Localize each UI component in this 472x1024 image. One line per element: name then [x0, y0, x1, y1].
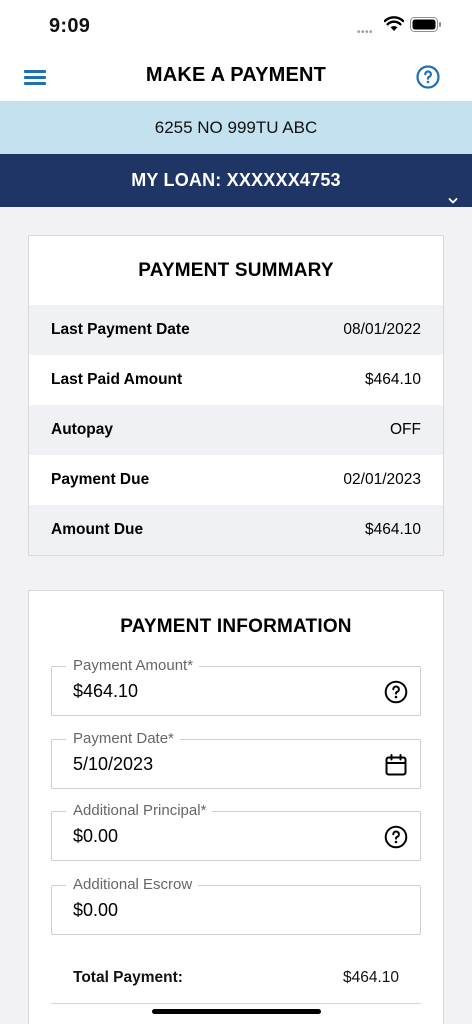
payment-information-card: PAYMENT INFORMATION Payment Amount* $464…	[28, 590, 444, 1024]
payment-information-title: PAYMENT INFORMATION	[120, 616, 352, 637]
battery-icon	[410, 17, 442, 37]
loan-selector[interactable]: MY LOAN: XXXXXX4753	[0, 154, 472, 207]
signal-icon: ••••	[357, 27, 374, 38]
status-time: 9:09	[49, 15, 91, 37]
calendar-icon[interactable]	[384, 753, 408, 782]
status-bar: 9:09 ••••	[0, 0, 472, 52]
property-address-banner: 6255 NO 999TU ABC	[0, 102, 472, 154]
field-value[interactable]: 5/10/2023	[73, 754, 153, 775]
summary-rows: Last Payment Date 08/01/2022 Last Paid A…	[29, 305, 443, 555]
summary-row-payment-due: Payment Due 02/01/2023	[29, 455, 443, 505]
page-title: MAKE A PAYMENT	[145, 64, 327, 86]
row-label: Amount Due	[51, 521, 144, 538]
additional-escrow-field[interactable]: Additional Escrow $0.00	[51, 876, 421, 935]
summary-row-amount-due: Amount Due $464.10	[29, 505, 443, 555]
total-payment-value: $464.10	[342, 969, 399, 986]
help-circle-icon[interactable]	[384, 825, 408, 854]
field-label: Additional Principal*	[66, 802, 213, 820]
summary-row-last-payment-date: Last Payment Date 08/01/2022	[29, 305, 443, 355]
divider	[51, 1003, 421, 1004]
wifi-icon	[383, 16, 405, 37]
row-value: 02/01/2023	[343, 471, 421, 488]
row-label: Last Payment Date	[51, 321, 190, 338]
help-icon[interactable]	[416, 65, 440, 94]
field-label: Additional Escrow	[66, 876, 199, 894]
home-indicator	[152, 1009, 321, 1014]
row-label: Last Paid Amount	[51, 371, 183, 388]
row-value: $464.10	[364, 371, 421, 388]
row-label: Autopay	[51, 421, 113, 438]
total-payment-label: Total Payment:	[73, 969, 183, 986]
row-value: $464.10	[364, 521, 421, 538]
chevron-down-icon	[448, 173, 458, 226]
total-payment-row: Total Payment: $464.10	[51, 969, 421, 987]
payment-summary-card: PAYMENT SUMMARY Last Payment Date 08/01/…	[28, 235, 444, 556]
loan-selector-label: MY LOAN: XXXXXX4753	[131, 170, 341, 190]
summary-row-last-paid-amount: Last Paid Amount $464.10	[29, 355, 443, 405]
field-label: Payment Date*	[66, 730, 180, 748]
app-header: MAKE A PAYMENT	[0, 52, 472, 102]
payment-date-field[interactable]: Payment Date* 5/10/2023	[51, 730, 421, 789]
summary-row-autopay: Autopay OFF	[29, 405, 443, 455]
payment-summary-title: PAYMENT SUMMARY	[138, 260, 334, 281]
row-value: 08/01/2022	[343, 321, 421, 338]
payment-amount-field[interactable]: Payment Amount* $464.10	[51, 657, 421, 716]
field-value[interactable]: $0.00	[73, 826, 118, 847]
field-value[interactable]: $0.00	[73, 900, 118, 921]
field-value[interactable]: $464.10	[73, 681, 138, 702]
field-label: Payment Amount*	[66, 657, 200, 675]
additional-principal-field[interactable]: Additional Principal* $0.00	[51, 802, 421, 861]
row-label: Payment Due	[51, 471, 150, 488]
row-value: OFF	[390, 421, 421, 438]
help-circle-icon[interactable]	[384, 680, 408, 709]
